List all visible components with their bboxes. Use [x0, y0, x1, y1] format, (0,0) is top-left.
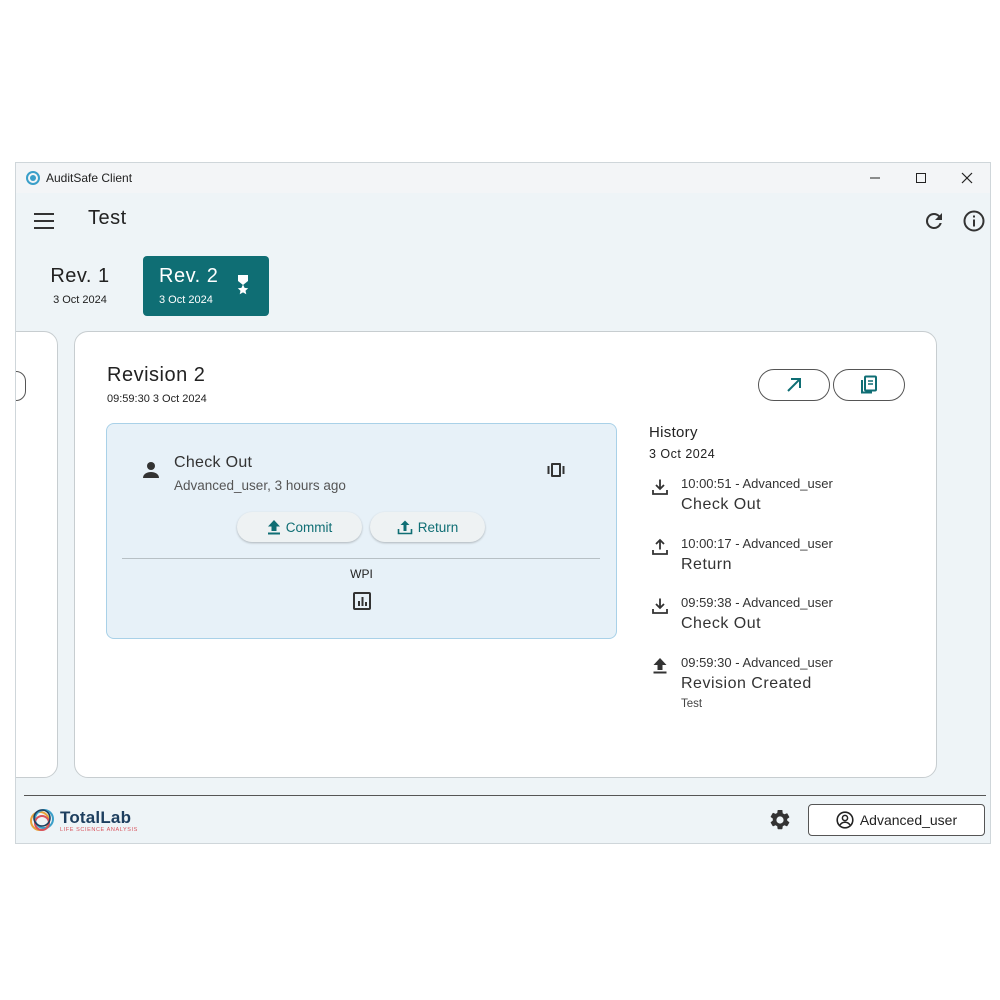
- window-title: AuditSafe Client: [46, 171, 133, 185]
- history-panel: History 3 Oct 2024 10:00:51 - Advanced_u…: [649, 424, 909, 710]
- revision-tab-1[interactable]: Rev. 1 3 Oct 2024: [42, 256, 118, 316]
- account-circle-icon: [836, 811, 854, 829]
- history-meta: 09:59:38 - Advanced_user: [681, 595, 833, 610]
- download-icon: [652, 598, 668, 614]
- app-icon: [26, 171, 40, 185]
- commit-label: Commit: [285, 519, 333, 535]
- history-title: History: [649, 424, 698, 441]
- revision-tab-label: Rev. 2: [159, 265, 219, 287]
- revision-title: Revision 2: [107, 364, 206, 386]
- download-icon: [652, 479, 668, 495]
- file-copy-icon: [861, 375, 877, 394]
- revision-tab-2[interactable]: Rev. 2 3 Oct 2024: [143, 256, 269, 316]
- checkout-title: Check Out: [174, 454, 253, 471]
- checkout-subtitle: Advanced_user, 3 hours ago: [174, 478, 346, 493]
- file-copy-button[interactable]: [833, 369, 905, 401]
- gear-icon[interactable]: [768, 808, 792, 832]
- history-note: Test: [681, 698, 703, 710]
- app-bar: Test: [16, 193, 990, 249]
- chart-icon[interactable]: [352, 591, 372, 611]
- divider: [122, 558, 600, 559]
- upload-filled-icon: [653, 658, 667, 674]
- revision-timestamp: 09:59:30 3 Oct 2024: [107, 393, 207, 405]
- upload-icon: [652, 538, 668, 555]
- close-button[interactable]: [944, 163, 990, 193]
- return-button[interactable]: Return: [370, 512, 485, 542]
- revision-tab-label: Rev. 1: [50, 265, 110, 287]
- open-external-icon: [787, 378, 801, 392]
- logo-name: TotalLab: [60, 808, 132, 827]
- history-action: Check Out: [681, 615, 762, 632]
- history-meta: 10:00:51 - Advanced_user: [681, 476, 833, 491]
- checkout-panel: Check Out Advanced_user, 3 hours ago Com…: [106, 423, 617, 639]
- minimize-button[interactable]: [852, 163, 898, 193]
- menu-icon[interactable]: [34, 213, 54, 229]
- footer-divider: [24, 795, 986, 796]
- logo-tagline: LIFE SCIENCE ANALYSIS: [60, 827, 138, 833]
- open-external-button[interactable]: [758, 369, 830, 401]
- user-account-button[interactable]: Advanced_user: [808, 804, 985, 836]
- history-date: 3 Oct 2024: [649, 447, 716, 461]
- award-icon: [237, 275, 249, 295]
- revision-card: Revision 2 09:59:30 3 Oct 2024 Check Out: [74, 331, 937, 778]
- maximize-button[interactable]: [898, 163, 944, 193]
- minimize-icon: [870, 177, 880, 179]
- title-bar: AuditSafe Client: [16, 163, 990, 193]
- history-action: Return: [681, 556, 733, 573]
- app-window: AuditSafe Client Test Rev. 1 3 Oct 2024 …: [15, 162, 991, 844]
- revision-tab-date: 3 Oct 2024: [53, 294, 107, 306]
- upload-icon: [397, 520, 413, 535]
- history-action: Check Out: [681, 496, 762, 513]
- totallab-logo: TotalLab LIFE SCIENCE ANALYSIS: [28, 806, 138, 836]
- page-title: Test: [88, 207, 127, 229]
- previous-card-action-button[interactable]: [16, 371, 26, 401]
- info-icon[interactable]: [962, 209, 986, 233]
- commit-button[interactable]: Commit: [237, 512, 362, 542]
- upload-filled-icon: [267, 520, 280, 535]
- person-icon: [143, 462, 159, 478]
- maximize-icon: [916, 173, 926, 183]
- wpi-label: WPI: [350, 567, 373, 581]
- history-action: Revision Created: [681, 675, 812, 692]
- history-meta: 10:00:17 - Advanced_user: [681, 536, 833, 551]
- logo-mark-icon: [30, 809, 54, 831]
- close-icon: [961, 172, 973, 184]
- user-label: Advanced_user: [859, 812, 958, 828]
- vibration-icon[interactable]: [545, 461, 567, 479]
- return-label: Return: [417, 519, 459, 535]
- history-meta: 09:59:30 - Advanced_user: [681, 655, 833, 670]
- revision-tab-date: 3 Oct 2024: [159, 294, 213, 306]
- refresh-icon[interactable]: [922, 209, 946, 233]
